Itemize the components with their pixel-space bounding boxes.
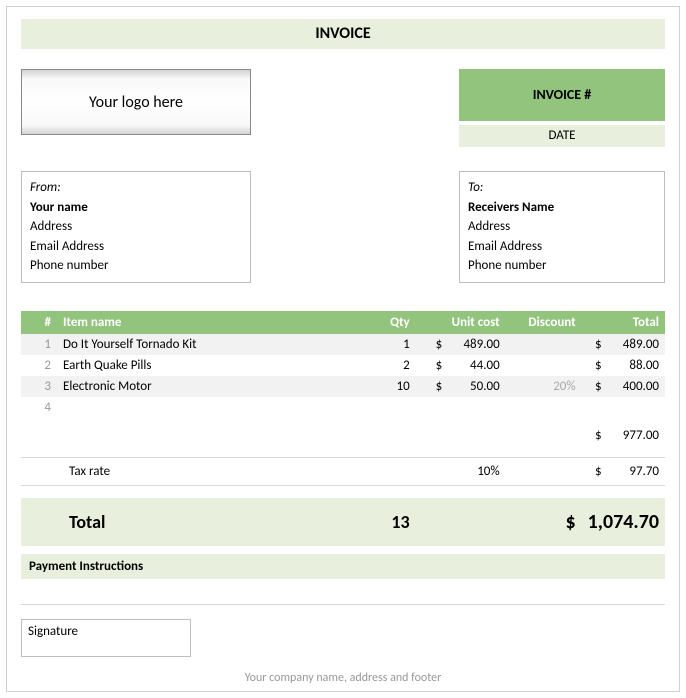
subtotal-value: 977.00 [609, 428, 659, 443]
invoice-number-label: INVOICE # [459, 69, 665, 121]
row-total: $400.00 [582, 376, 665, 397]
row-num: 2 [21, 355, 57, 376]
col-unit-cost: Unit cost [416, 311, 506, 334]
grand-total-row: Total 13 $ 1,074.70 [21, 498, 665, 546]
row-qty [370, 397, 416, 418]
row-item-name [57, 397, 370, 418]
table-row: 4 [21, 397, 665, 418]
table-header-row: # Item name Qty Unit cost Discount Total [21, 311, 665, 334]
page-footer: Your company name, address and footer [7, 671, 679, 685]
signature-box: Signature [21, 619, 191, 657]
col-num: # [21, 311, 57, 334]
row-discount [506, 334, 582, 355]
address-row: From: Your name Address Email Address Ph… [21, 171, 665, 283]
tax-rate: 10% [416, 458, 506, 486]
total-qty: 13 [370, 498, 416, 546]
invoice-meta: INVOICE # DATE [459, 69, 665, 147]
currency-symbol: $ [595, 428, 609, 443]
row-unit-cost [416, 397, 506, 418]
row-num: 1 [21, 334, 57, 355]
row-num: 4 [21, 397, 57, 418]
invoice-page: INVOICE Your logo here INVOICE # DATE Fr… [6, 6, 680, 692]
row-qty: 1 [370, 334, 416, 355]
col-item: Item name [57, 311, 370, 334]
from-phone: Phone number [30, 256, 242, 276]
top-row: Your logo here INVOICE # DATE [21, 69, 665, 147]
payment-instructions-body [21, 579, 665, 605]
to-label: To: [468, 178, 656, 198]
currency-symbol: $ [566, 510, 576, 534]
row-qty: 2 [370, 355, 416, 376]
row-item-name: Earth Quake Pills [57, 355, 370, 376]
row-discount [506, 397, 582, 418]
row-total: $88.00 [582, 355, 665, 376]
from-label: From: [30, 178, 242, 198]
row-unit-cost: $44.00 [416, 355, 506, 376]
tax-row: Tax rate 10% $97.70 [21, 458, 665, 486]
from-box: From: Your name Address Email Address Ph… [21, 171, 251, 283]
tax-label: Tax rate [21, 458, 370, 486]
logo-placeholder: Your logo here [21, 69, 251, 135]
col-discount: Discount [506, 311, 582, 334]
table-row: 1Do It Yourself Tornado Kit1$489.00$489.… [21, 334, 665, 355]
row-unit-cost: $50.00 [416, 376, 506, 397]
row-item-name: Electronic Motor [57, 376, 370, 397]
to-email: Email Address [468, 237, 656, 257]
from-name: Your name [30, 198, 242, 218]
row-discount [506, 355, 582, 376]
row-num: 3 [21, 376, 57, 397]
subtotal-row: $977.00 [21, 418, 665, 446]
invoice-date-label: DATE [459, 125, 665, 147]
from-address: Address [30, 217, 242, 237]
col-total: Total [582, 311, 665, 334]
to-address: Address [468, 217, 656, 237]
row-unit-cost: $489.00 [416, 334, 506, 355]
to-phone: Phone number [468, 256, 656, 276]
row-total: $489.00 [582, 334, 665, 355]
tax-amount: 97.70 [609, 464, 659, 479]
col-qty: Qty [370, 311, 416, 334]
invoice-title: INVOICE [21, 19, 665, 49]
from-email: Email Address [30, 237, 242, 257]
to-name: Receivers Name [468, 198, 656, 218]
payment-instructions-header: Payment Instructions [21, 554, 665, 579]
to-box: To: Receivers Name Address Email Address… [459, 171, 665, 283]
row-item-name: Do It Yourself Tornado Kit [57, 334, 370, 355]
table-row: 3Electronic Motor10$50.0020%$400.00 [21, 376, 665, 397]
row-total [582, 397, 665, 418]
row-discount: 20% [506, 376, 582, 397]
total-label: Total [21, 498, 370, 546]
row-qty: 10 [370, 376, 416, 397]
table-row: 2Earth Quake Pills2$44.00$88.00 [21, 355, 665, 376]
items-table: # Item name Qty Unit cost Discount Total… [21, 311, 665, 546]
grand-total-amount: 1,074.70 [582, 498, 665, 546]
